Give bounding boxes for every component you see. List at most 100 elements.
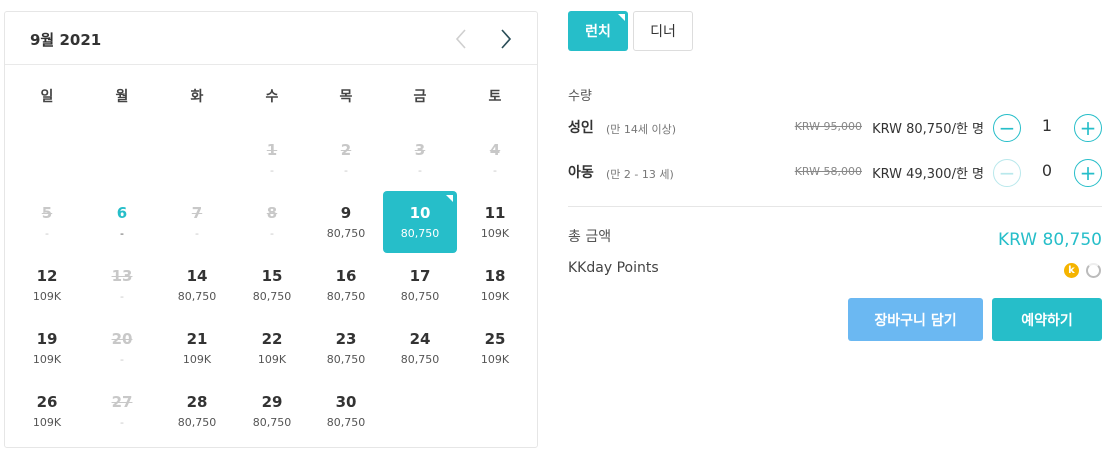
adult-price: KRW 80,750/한 명 <box>872 122 984 137</box>
day-number: 2 <box>340 141 352 159</box>
calendar-day[interactable]: 23 80,750 <box>309 317 383 379</box>
tab-dinner[interactable]: 디너 <box>633 11 693 51</box>
book-now-button[interactable]: 예약하기 <box>992 298 1102 341</box>
day-price: - <box>418 164 422 177</box>
day-number: 16 <box>335 267 357 285</box>
calendar-day[interactable]: 11 109K <box>458 191 532 253</box>
calendar-day[interactable]: 28 80,750 <box>160 380 234 442</box>
day-number: 5 <box>41 204 53 222</box>
child-decrease-button[interactable]: − <box>993 159 1021 187</box>
day-number: 1 <box>266 141 278 159</box>
calendar-day[interactable]: 24 80,750 <box>383 317 457 379</box>
day-number: 15 <box>261 267 283 285</box>
total-amount-label: 총 금액 <box>568 229 612 245</box>
day-number: 14 <box>186 267 208 285</box>
selected-corner-marker <box>446 195 453 202</box>
calendar-day[interactable]: 29 80,750 <box>235 380 309 442</box>
calendar-day[interactable]: 30 80,750 <box>309 380 383 442</box>
calendar-day[interactable]: 18 109K <box>458 254 532 316</box>
day-number: 9 <box>340 204 352 222</box>
day-price: 80,750 <box>177 290 217 303</box>
day-number: 4 <box>489 141 501 159</box>
child-age-note: (만 2 - 13 세) <box>606 168 674 181</box>
adult-count: 1 <box>1041 116 1053 135</box>
minus-icon: − <box>998 116 1016 140</box>
calendar-day-selected[interactable]: 10 80,750 <box>383 191 457 253</box>
child-label: 아동 <box>568 165 594 181</box>
day-number: 27 <box>111 393 133 411</box>
child-price: KRW 49,300/한 명 <box>872 167 984 182</box>
calendar-day[interactable]: 6- <box>85 191 159 253</box>
day-price: - <box>120 227 124 240</box>
selected-corner-marker <box>618 14 625 21</box>
day-price: 80,750 <box>326 416 366 429</box>
day-price: 109K <box>257 353 287 366</box>
calendar-day[interactable]: 16 80,750 <box>309 254 383 316</box>
calendar-day[interactable]: 26 109K <box>10 380 84 442</box>
calendar-day: 13 - <box>85 254 159 316</box>
day-price: - <box>120 290 124 303</box>
day-number: 20 <box>111 330 133 348</box>
child-increase-button[interactable]: + <box>1074 159 1102 187</box>
calendar-day[interactable]: 21 109K <box>160 317 234 379</box>
day-price: 80,750 <box>400 353 440 366</box>
day-number: 23 <box>335 330 357 348</box>
day-price: 80,750 <box>326 353 366 366</box>
day-number: 18 <box>484 267 506 285</box>
day-number: 28 <box>186 393 208 411</box>
calendar-day: 2- <box>309 128 383 190</box>
day-number: 29 <box>261 393 283 411</box>
adult-age-note: (만 14세 이상) <box>606 123 677 136</box>
day-price: 80,750 <box>177 416 217 429</box>
tab-lunch[interactable]: 런치 <box>568 11 628 51</box>
calendar-day: 3- <box>383 128 457 190</box>
adult-decrease-button[interactable]: − <box>993 114 1021 142</box>
calendar-day[interactable]: 22 109K <box>235 317 309 379</box>
day-price: 109K <box>32 290 62 303</box>
day-number: 3 <box>414 141 426 159</box>
loading-spinner-icon <box>1086 263 1101 278</box>
day-price: - <box>195 227 199 240</box>
day-price: - <box>270 227 274 240</box>
calendar-day: 8- <box>235 191 309 253</box>
adult-label: 성인 <box>568 120 594 136</box>
calendar-day: 27 - <box>85 380 159 442</box>
calendar-day[interactable]: 25 109K <box>458 317 532 379</box>
day-price: 109K <box>182 353 212 366</box>
calendar-day: 7- <box>160 191 234 253</box>
day-number: 8 <box>266 204 278 222</box>
day-price: 109K <box>480 227 510 240</box>
day-number: 26 <box>36 393 58 411</box>
calendar-day: 20 - <box>85 317 159 379</box>
calendar-day[interactable]: 14 80,750 <box>160 254 234 316</box>
calendar-day: 5- <box>10 191 84 253</box>
day-price: - <box>120 416 124 429</box>
adult-original-price: KRW 95,000 <box>794 120 862 133</box>
calendar-day[interactable]: 9 80,750 <box>309 191 383 253</box>
day-price: - <box>270 164 274 177</box>
day-price: 80,750 <box>252 290 292 303</box>
calendar-day[interactable]: 12 109K <box>10 254 84 316</box>
day-price: - <box>120 353 124 366</box>
total-amount-value: KRW 80,750 <box>998 230 1102 250</box>
child-quantity-row: 아동 (만 2 - 13 세) KRW 58,000 KRW 49,300/한 … <box>568 157 1102 187</box>
calendar-day[interactable]: 17 80,750 <box>383 254 457 316</box>
summary-divider <box>568 206 1102 207</box>
day-number: 13 <box>111 267 133 285</box>
day-price: 80,750 <box>326 227 366 240</box>
calendar-day[interactable]: 15 80,750 <box>235 254 309 316</box>
day-number: 12 <box>36 267 58 285</box>
day-number: 30 <box>335 393 357 411</box>
day-price: 80,750 <box>400 290 440 303</box>
day-number: 10 <box>409 204 431 222</box>
day-price: 80,750 <box>326 290 366 303</box>
calendar-day[interactable]: 19 109K <box>10 317 84 379</box>
adult-increase-button[interactable]: + <box>1074 114 1102 142</box>
day-number: 6 <box>116 204 128 222</box>
add-to-cart-button[interactable]: 장바구니 담기 <box>848 298 983 341</box>
day-price: - <box>493 164 497 177</box>
day-number: 7 <box>191 204 203 222</box>
kkday-coin-icon: k <box>1064 263 1079 278</box>
day-number: 21 <box>186 330 208 348</box>
child-count: 0 <box>1041 161 1053 180</box>
